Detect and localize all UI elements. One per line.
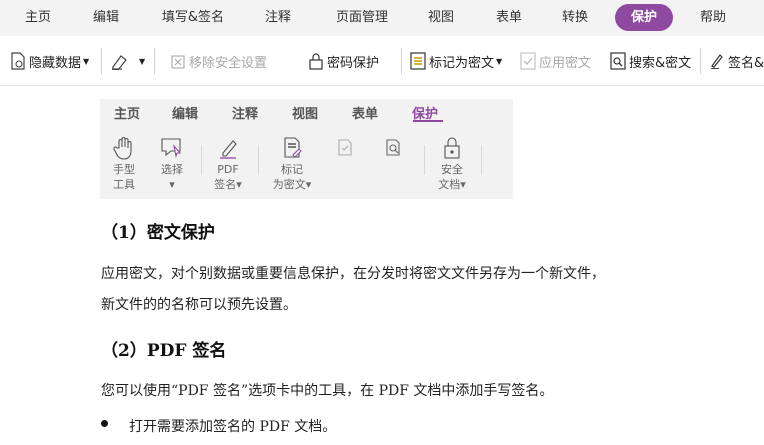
menu-page-management[interactable]: 页面管理 bbox=[330, 0, 394, 36]
paragraph-redaction-line2: 新文件的的名称可以预先设置。 bbox=[101, 297, 297, 313]
sign-button[interactable]: 签名& bbox=[709, 49, 764, 73]
mark-redaction-icon bbox=[284, 137, 302, 158]
remove-security-button[interactable]: 移除安全设置 bbox=[170, 49, 267, 73]
redaction-mark-icon bbox=[410, 52, 426, 70]
password-protect-button[interactable]: 密码保护 bbox=[308, 49, 379, 73]
lock-icon bbox=[444, 137, 460, 159]
menu-convert[interactable]: 转换 bbox=[555, 0, 595, 36]
toolbar-divider bbox=[700, 48, 701, 74]
hide-data-icon bbox=[11, 52, 25, 70]
ribbon-tab-form: 表单 bbox=[352, 107, 379, 122]
apply-redaction-button[interactable]: 应用密文 bbox=[520, 49, 591, 73]
menu-form[interactable]: 表单 bbox=[489, 0, 529, 36]
apply-redaction-icon bbox=[520, 52, 536, 70]
ribbon-divider bbox=[424, 145, 425, 175]
ribbon-divider bbox=[258, 145, 259, 175]
search-redact-icon bbox=[610, 52, 626, 70]
hide-data-button[interactable]: 隐藏数据 ▼ bbox=[10, 49, 89, 73]
toolbar-divider bbox=[401, 48, 402, 74]
ribbon-tab-home: 主页 bbox=[114, 107, 141, 122]
apply-redaction-tool-icon bbox=[338, 139, 352, 156]
password-protect-label: 密码保护 bbox=[327, 55, 380, 71]
search-redact-tool-icon bbox=[386, 139, 400, 156]
select-tool-label-1: 选择 bbox=[161, 163, 183, 176]
search-redact-tool bbox=[380, 136, 406, 162]
ribbon-screenshot: 主页 编辑 注释 视图 表单 保护 手型 工具 选择 ▾ PDF 签名▾ 标记 … bbox=[100, 99, 513, 199]
pdf-sign-pen-icon bbox=[220, 140, 237, 159]
bullet-dot bbox=[101, 420, 108, 427]
select-icon bbox=[161, 138, 182, 159]
apply-redaction-label: 应用密文 bbox=[539, 55, 592, 71]
mark-redaction-button[interactable]: 标记为密文 ▼ bbox=[410, 49, 502, 73]
ribbon-divider bbox=[201, 145, 202, 175]
paragraph-pdf-sign: 您可以使用“PDF 签名”选项卡中的工具，在 PDF 文档中添加手写签名。 bbox=[101, 383, 554, 399]
menu-home[interactable]: 主页 bbox=[18, 0, 58, 36]
secure-document-label-1: 安全 bbox=[441, 163, 463, 176]
mark-redaction-label: 标记为密文 bbox=[429, 55, 495, 71]
hide-data-label: 隐藏数据 bbox=[29, 55, 82, 71]
remove-security-icon bbox=[171, 55, 185, 69]
secure-document-tool: 安全 文档▾ bbox=[434, 136, 470, 192]
section-heading-pdf-sign: （2）PDF 签名 bbox=[101, 341, 227, 361]
bullet-item-open-pdf: 打开需要添加签名的 PDF 文档。 bbox=[129, 419, 337, 435]
mark-redaction-tool: 标记 为密文▾ bbox=[268, 136, 316, 192]
ribbon-tab-edit: 编辑 bbox=[172, 107, 199, 122]
select-tool-label-2: ▾ bbox=[169, 178, 175, 191]
pdf-sign-label-1: PDF bbox=[217, 163, 239, 176]
sign-label: 签名& bbox=[728, 55, 764, 71]
hand-tool-label-2: 工具 bbox=[113, 178, 135, 191]
menu-bar: 主页 编辑 填写&签名 注释 页面管理 视图 表单 转换 保护 帮助 bbox=[0, 0, 764, 36]
mark-redaction-tool-label-2: 为密文▾ bbox=[272, 178, 312, 191]
toolbar-divider bbox=[154, 48, 155, 74]
menu-help[interactable]: 帮助 bbox=[693, 0, 733, 36]
menu-comment[interactable]: 注释 bbox=[258, 0, 298, 36]
ribbon-divider bbox=[481, 145, 482, 175]
toolbar-divider bbox=[101, 48, 102, 74]
chevron-down-icon: ▼ bbox=[139, 56, 146, 66]
hand-tool: 手型 工具 bbox=[108, 136, 140, 192]
eraser-pen-icon bbox=[112, 55, 127, 70]
mark-redaction-tool-label-1: 标记 bbox=[281, 163, 303, 176]
menu-edit[interactable]: 编辑 bbox=[86, 0, 126, 36]
menu-fill-sign[interactable]: 填写&签名 bbox=[156, 0, 230, 36]
ribbon-tab-comment: 注释 bbox=[232, 107, 259, 122]
lock-icon bbox=[309, 53, 323, 70]
ribbon-tab-view: 视图 bbox=[292, 107, 319, 122]
search-redact-button[interactable]: 搜索&密文 bbox=[610, 49, 691, 73]
ribbon-active-tab-underline bbox=[413, 120, 443, 122]
protect-toolbar: 隐藏数据 ▼ ▼ 移除安全设置 密码保护 标记为密文 ▼ 应用密文 搜索&密文 签名… bbox=[0, 36, 764, 86]
hand-tool-label-1: 手型 bbox=[113, 163, 135, 176]
chevron-down-icon: ▼ bbox=[83, 56, 90, 66]
chevron-down-icon: ▼ bbox=[496, 56, 503, 66]
search-redact-label: 搜索&密文 bbox=[629, 55, 692, 71]
menu-protect[interactable]: 保护 bbox=[615, 4, 673, 31]
hand-icon bbox=[113, 137, 132, 160]
sanitize-dropdown-button[interactable]: ▼ bbox=[110, 49, 145, 73]
pdf-sign-tool: PDF 签名▾ bbox=[210, 136, 246, 192]
section-heading-redaction: （1）密文保护 bbox=[101, 223, 215, 243]
pdf-sign-label-2: 签名▾ bbox=[214, 178, 242, 191]
secure-document-label-2: 文档▾ bbox=[438, 178, 466, 191]
remove-security-label: 移除安全设置 bbox=[189, 55, 268, 71]
signature-pen-icon bbox=[710, 54, 723, 70]
apply-redaction-tool bbox=[332, 136, 358, 162]
menu-view[interactable]: 视图 bbox=[421, 0, 461, 36]
select-tool: 选择 ▾ bbox=[156, 136, 188, 192]
paragraph-redaction-line1: 应用密文，对个别数据或重要信息保护，在分发时将密文文件另存为一个新文件， bbox=[101, 266, 605, 282]
